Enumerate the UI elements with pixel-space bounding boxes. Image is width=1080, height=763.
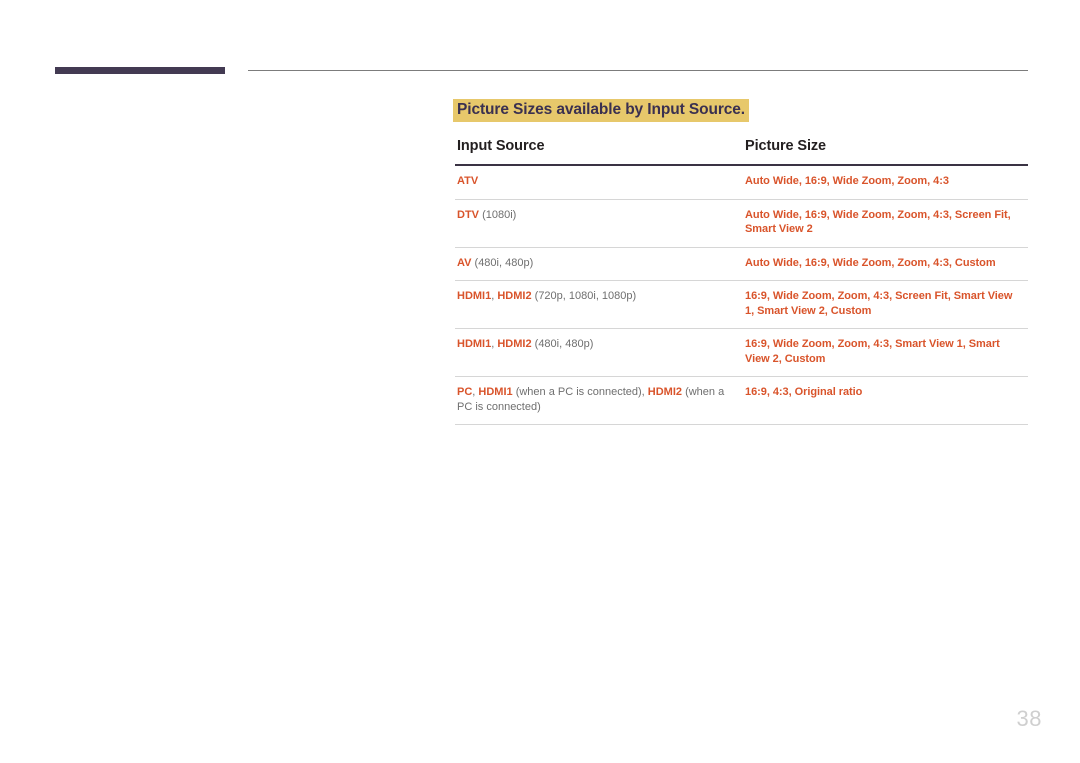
cell-picture-size: 16:9, 4:3, Original ratio [743, 376, 1028, 425]
table-header-row: Input Source Picture Size [455, 138, 1028, 166]
cell-input-source: HDMI1, HDMI2 (720p, 1080i, 1080p) [455, 280, 743, 329]
cell-input-source: HDMI1, HDMI2 (480i, 480p) [455, 328, 743, 377]
picture-size-list: 16:9, Wide Zoom, Zoom, 4:3, Screen Fit, … [745, 290, 1013, 317]
source-note: (1080i) [482, 208, 517, 221]
source-label: HDMI1 [457, 338, 492, 350]
source-note: (480i, 480p) [534, 338, 594, 350]
cell-picture-size: 16:9, Wide Zoom, Zoom, 4:3, Smart View 1… [743, 328, 1028, 377]
section-title: Picture Sizes available by Input Source. [453, 99, 750, 122]
source-label-tertiary: HDMI2 [647, 386, 683, 398]
source-label: HDMI1 [457, 290, 492, 302]
picture-sizes-table: Input Source Picture Size ATV Auto Wide,… [455, 138, 1028, 425]
source-label: DTV [457, 208, 479, 221]
picture-size-list: Auto Wide, 16:9, Wide Zoom, Zoom, 4:3, C… [745, 256, 996, 269]
header-rule-thin [248, 70, 1028, 71]
table-row: HDMI1, HDMI2 (480i, 480p) 16:9, Wide Zoo… [455, 328, 1028, 377]
source-label-secondary: HDMI1 [478, 386, 513, 398]
column-header-input-source: Input Source [455, 138, 743, 166]
cell-picture-size: 16:9, Wide Zoom, Zoom, 4:3, Screen Fit, … [743, 280, 1028, 329]
picture-size-list: Auto Wide, 16:9, Wide Zoom, Zoom, 4:3, S… [745, 208, 1011, 236]
source-note: (when a PC is connected), [515, 386, 648, 398]
cell-input-source: PC, HDMI1 (when a PC is connected), HDMI… [455, 376, 743, 425]
source-label: AV [457, 256, 472, 269]
cell-input-source: AV (480i, 480p) [455, 247, 743, 281]
page-number: 38 [1016, 706, 1042, 731]
table-row: PC, HDMI1 (when a PC is connected), HDMI… [455, 376, 1028, 425]
source-label-secondary: HDMI2 [497, 338, 532, 350]
source-label: ATV [457, 175, 479, 187]
cell-picture-size: Auto Wide, 16:9, Wide Zoom, Zoom, 4:3, S… [743, 199, 1028, 248]
source-note: (720p, 1080i, 1080p) [534, 290, 637, 302]
table-row: HDMI1, HDMI2 (720p, 1080i, 1080p) 16:9, … [455, 280, 1028, 329]
column-header-picture-size: Picture Size [743, 138, 1028, 166]
picture-size-list: Auto Wide, 16:9, Wide Zoom, Zoom, 4:3 [745, 175, 949, 187]
table-row: AV (480i, 480p) Auto Wide, 16:9, Wide Zo… [455, 247, 1028, 281]
source-note: (480i, 480p) [474, 256, 534, 269]
picture-size-list: 16:9, Wide Zoom, Zoom, 4:3, Smart View 1… [745, 338, 1000, 365]
cell-picture-size: Auto Wide, 16:9, Wide Zoom, Zoom, 4:3 [743, 165, 1028, 200]
picture-size-list: 16:9, 4:3, Original ratio [745, 386, 863, 398]
source-label-secondary: HDMI2 [497, 290, 532, 302]
table-row: DTV (1080i) Auto Wide, 16:9, Wide Zoom, … [455, 199, 1028, 248]
table-row: ATV Auto Wide, 16:9, Wide Zoom, Zoom, 4:… [455, 165, 1028, 200]
cell-picture-size: Auto Wide, 16:9, Wide Zoom, Zoom, 4:3, C… [743, 247, 1028, 281]
cell-input-source: DTV (1080i) [455, 199, 743, 248]
header-rule-thick [55, 67, 225, 74]
cell-input-source: ATV [455, 165, 743, 200]
source-label: PC [457, 386, 473, 398]
